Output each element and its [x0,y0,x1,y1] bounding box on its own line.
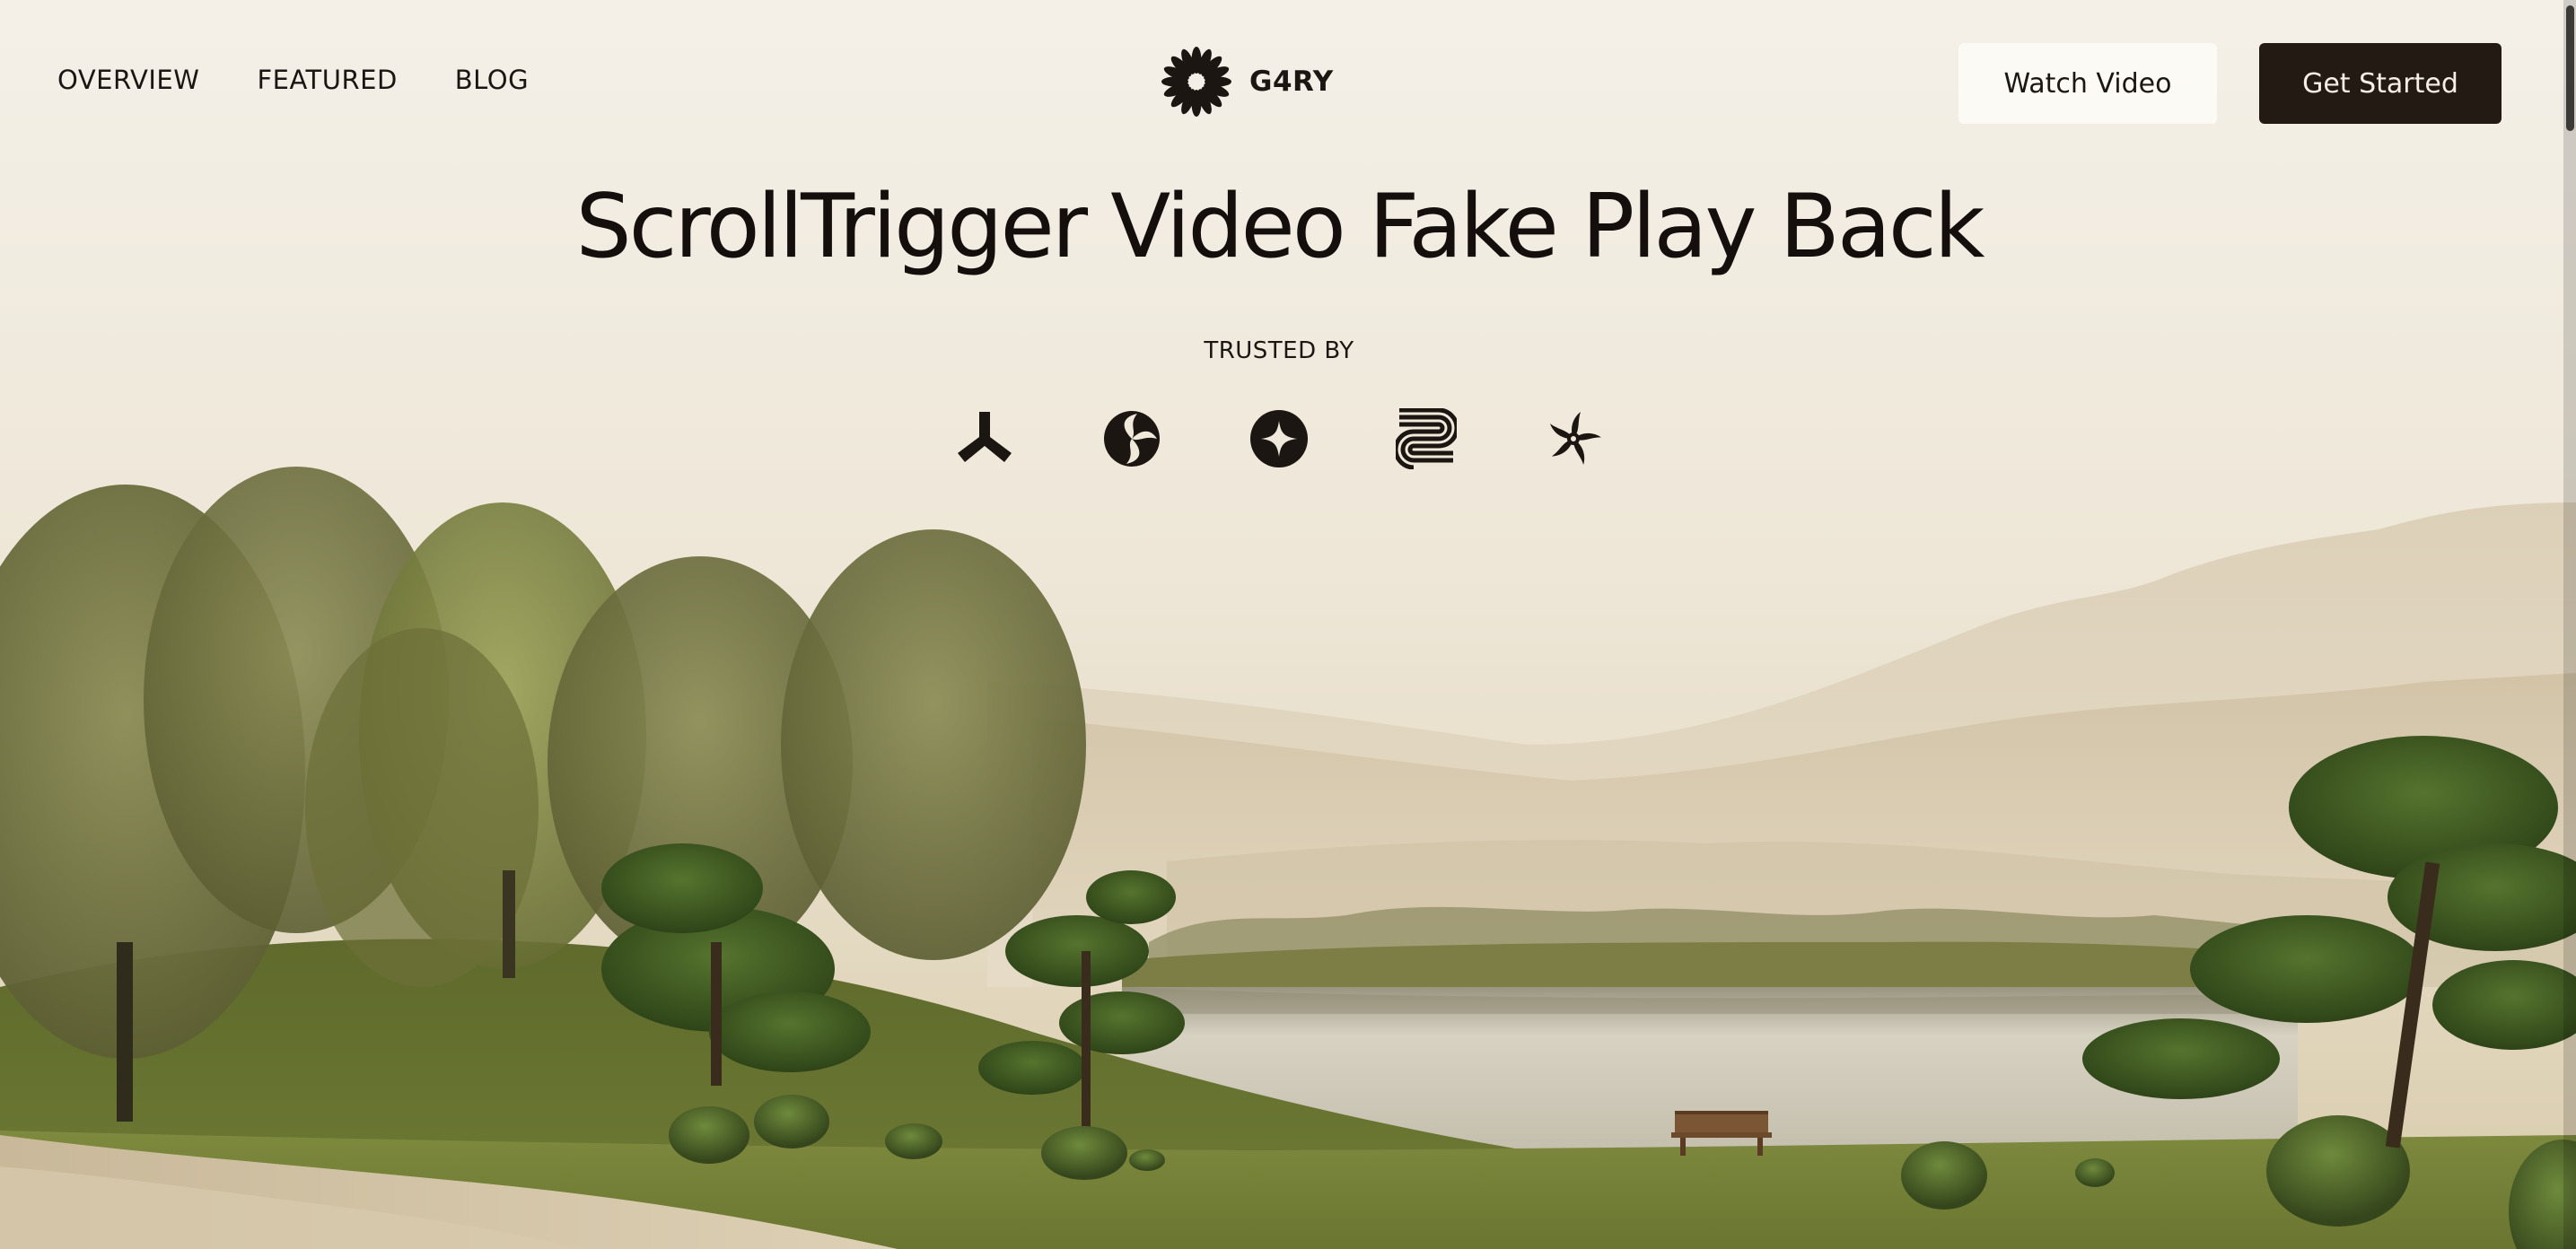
trusted-by-label: TRUSTED BY [1204,337,1354,364]
partner-logos [954,408,1605,475]
brand-logo[interactable]: G4RY [1160,45,1334,118]
page-scrollbar[interactable] [2563,0,2576,1249]
nav-link-featured[interactable]: FEATURED [257,65,397,95]
stacked-s-logo-icon [1396,408,1457,469]
nav-link-overview[interactable]: OVERVIEW [57,65,199,95]
hero-title: ScrollTrigger Video Fake Play Back [575,176,1985,278]
landing-viewport: OVERVIEW FEATURED BLOG G4RY Watch Video … [0,0,2576,1249]
star-circle-logo-icon [1250,410,1308,467]
sunburst-logo-icon [1161,47,1231,117]
pinwheel-logo-icon [1549,412,1602,465]
brand-name: G4RY [1249,66,1334,98]
primary-nav: OVERVIEW FEATURED BLOG [57,65,529,95]
scrollbar-thumb[interactable] [2566,5,2574,131]
swirl-logo-icon [1104,411,1160,467]
tripod-logo-icon [958,412,1012,462]
get-started-button[interactable]: Get Started [2259,43,2502,124]
watch-video-button[interactable]: Watch Video [1958,43,2217,124]
nav-link-blog[interactable]: BLOG [455,65,529,95]
